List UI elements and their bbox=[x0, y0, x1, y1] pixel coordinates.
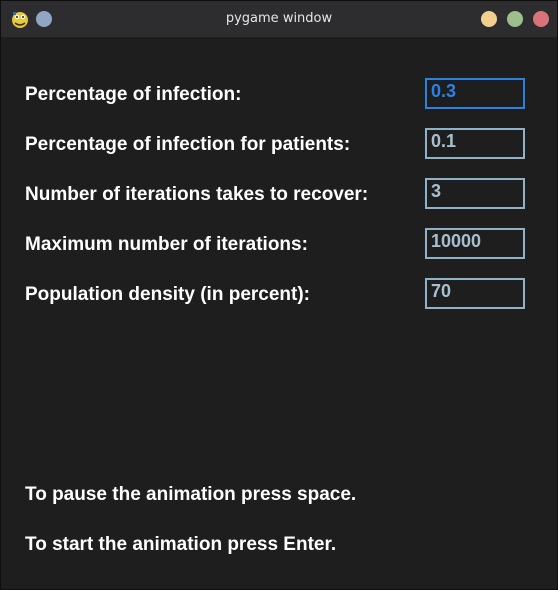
population-density-label: Population density (in percent): bbox=[25, 284, 311, 305]
max-iterations-label: Maximum number of iterations: bbox=[25, 234, 308, 255]
patient-infection-rate-value: 0.1 bbox=[431, 131, 457, 151]
title-bar[interactable]: pygame window bbox=[1, 1, 557, 37]
recovery-iterations-input[interactable]: 3 bbox=[425, 178, 525, 209]
patient-infection-rate-input[interactable]: 0.1 bbox=[425, 128, 525, 159]
infection-rate-input[interactable]: 0.3 bbox=[425, 78, 525, 109]
max-iterations-input[interactable]: 10000 bbox=[425, 228, 525, 259]
maximize-button[interactable] bbox=[507, 11, 523, 27]
recovery-iterations-label: Number of iterations takes to recover: bbox=[25, 184, 369, 205]
pause-instruction: To pause the animation press space. bbox=[25, 484, 357, 505]
minimize-button[interactable] bbox=[481, 11, 497, 27]
infection-rate-value: 0.3 bbox=[431, 81, 457, 101]
patient-infection-rate-label: Percentage of infection for patients: bbox=[25, 134, 351, 155]
infection-rate-label: Percentage of infection: bbox=[25, 84, 242, 105]
population-density-value: 70 bbox=[431, 281, 452, 301]
window-title: pygame window bbox=[225, 11, 333, 26]
max-iterations-value: 10000 bbox=[431, 231, 482, 251]
start-instruction: To start the animation press Enter. bbox=[25, 534, 337, 555]
close-button[interactable] bbox=[533, 11, 549, 27]
pygame-window: pygame window Percentage of infection: 0… bbox=[0, 0, 558, 590]
main-canvas: Percentage of infection: 0.3 Percentage … bbox=[1, 37, 557, 589]
population-density-input[interactable]: 70 bbox=[425, 278, 525, 309]
recovery-iterations-value: 3 bbox=[431, 181, 442, 201]
